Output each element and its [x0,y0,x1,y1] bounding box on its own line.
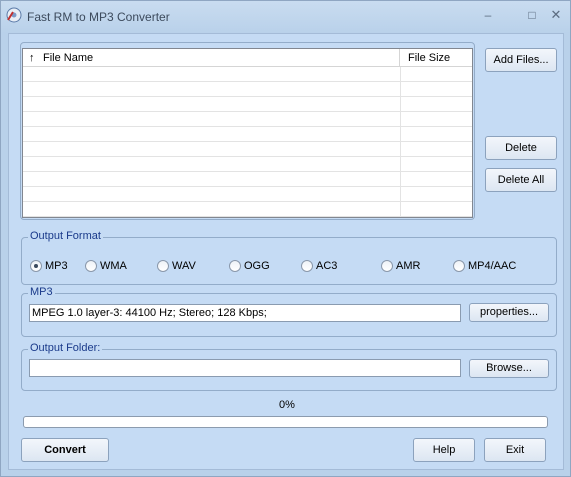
output-folder-label: Output Folder: [28,342,103,354]
column-separator [400,157,401,172]
column-separator [400,82,401,97]
format-settings-group: MP3 MPEG 1.0 layer-3: 44100 Hz; Stereo; … [21,286,557,337]
table-row[interactable] [23,142,472,157]
column-separator [400,142,401,157]
radio-mp3-button[interactable] [30,260,42,272]
delete-all-button[interactable]: Delete All [485,168,557,192]
column-file-name-label: File Name [43,52,94,64]
file-list-header: ↑ File Name File Size [23,49,472,67]
convert-button[interactable]: Convert [21,438,109,462]
sort-ascending-icon: ↑ [29,52,35,64]
column-file-size[interactable]: File Size [400,49,472,67]
radio-mp4-aac-label: MP4/AAC [468,260,517,272]
main-panel: ↑ File Name File Size Add Files... Delete… [8,33,564,470]
maximize-icon[interactable]: □ [521,5,543,25]
radio-amr-button[interactable] [381,260,393,272]
browse-button[interactable]: Browse... [469,359,549,378]
radio-amr-label: AMR [396,260,421,272]
output-folder-field[interactable] [29,359,461,377]
table-row[interactable] [23,67,472,82]
delete-button[interactable]: Delete [485,136,557,160]
minimize-icon[interactable]: – [477,5,499,25]
app-icon [6,7,22,23]
column-separator [400,112,401,127]
table-row[interactable] [23,202,472,217]
properties-button[interactable]: properties... [469,303,549,322]
radio-wma-button[interactable] [85,260,97,272]
exit-button[interactable]: Exit [484,438,546,462]
column-separator [400,202,401,217]
help-button[interactable]: Help [413,438,475,462]
table-row[interactable] [23,112,472,127]
add-files-button[interactable]: Add Files... [485,48,557,72]
format-settings-label: MP3 [28,286,55,298]
radio-mp4-aac-button[interactable] [453,260,465,272]
radio-ogg-label: OGG [244,260,270,272]
format-settings-field[interactable]: MPEG 1.0 layer-3: 44100 Hz; Stereo; 128 … [29,304,461,322]
window-title: Fast RM to MP3 Converter [27,10,170,24]
column-separator [400,127,401,142]
column-separator [400,97,401,112]
output-format-group: Output Format MP3 WMA WAV OGG AC3 AMR MP… [21,230,557,285]
column-separator [400,172,401,187]
close-icon[interactable]: ✕ [545,5,567,25]
radio-wav-label: WAV [172,260,196,272]
progress-bar [23,416,548,428]
radio-ogg-button[interactable] [229,260,241,272]
file-list[interactable]: ↑ File Name File Size [22,48,473,218]
radio-ac3-button[interactable] [301,260,313,272]
output-folder-group: Output Folder: Browse... [21,342,557,391]
title-bar[interactable]: Fast RM to MP3 Converter – □ ✕ [1,1,570,33]
output-format-label: Output Format [28,230,103,242]
column-separator [400,67,401,82]
app-window: Fast RM to MP3 Converter – □ ✕ ↑ File Nam… [0,0,571,477]
column-separator [400,187,401,202]
radio-wav-button[interactable] [157,260,169,272]
table-row[interactable] [23,97,472,112]
progress-percent: 0% [279,399,295,411]
table-row[interactable] [23,82,472,97]
radio-mp3-label: MP3 [45,260,68,272]
table-row[interactable] [23,172,472,187]
table-row[interactable] [23,127,472,142]
table-row[interactable] [23,157,472,172]
column-file-name[interactable]: ↑ File Name [23,49,400,67]
column-file-size-label: File Size [408,52,451,64]
radio-ac3-label: AC3 [316,260,338,272]
radio-wma-label: WMA [100,260,127,272]
table-row[interactable] [23,187,472,202]
